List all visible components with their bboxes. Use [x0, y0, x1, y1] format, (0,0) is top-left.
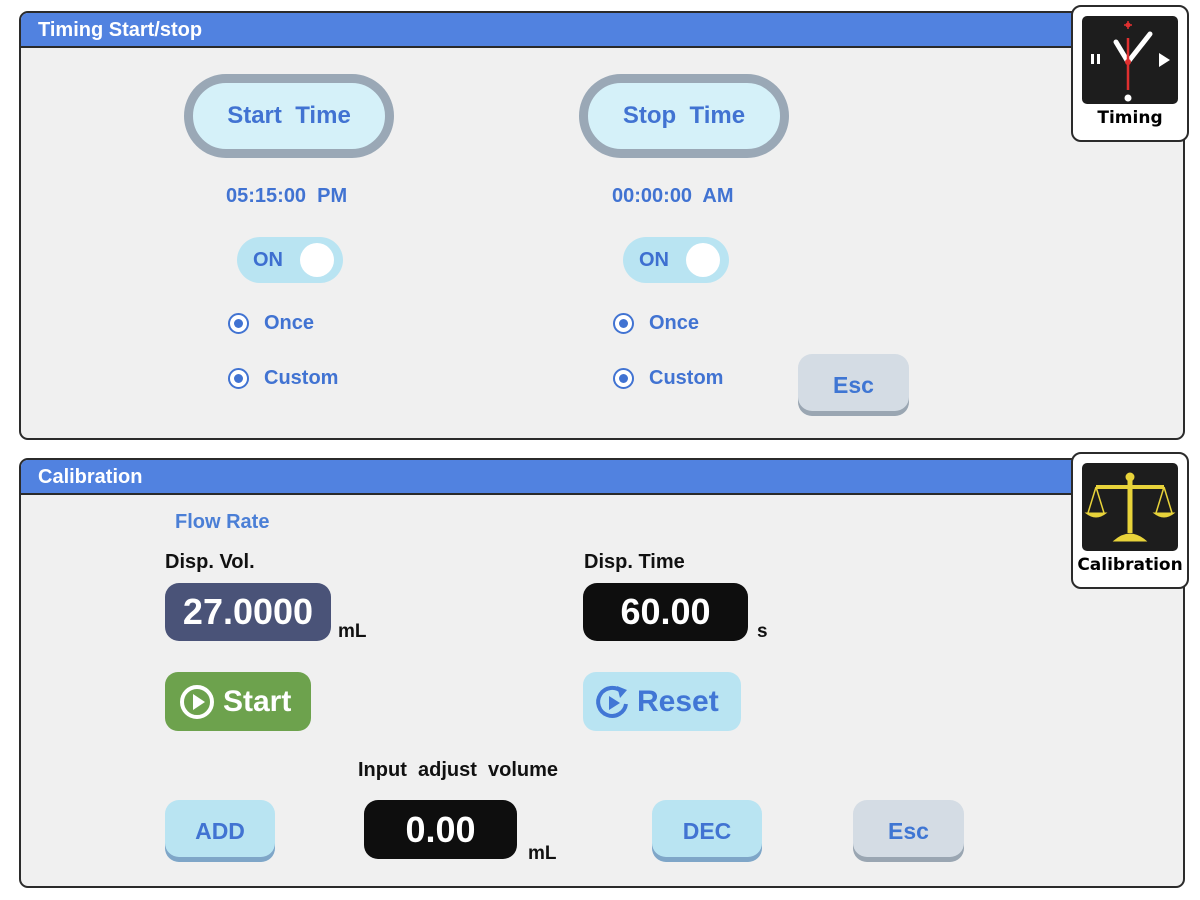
start-once-label: Once: [264, 312, 315, 334]
adjust-volume-input[interactable]: 0.00: [364, 800, 517, 859]
reset-button-label: Reset: [637, 684, 719, 718]
stop-once-label: Once: [649, 312, 700, 334]
scale-icon: [1082, 463, 1178, 551]
timing-card[interactable]: Timing: [1071, 5, 1189, 142]
add-button[interactable]: ADD: [165, 800, 275, 862]
radio-icon: [613, 368, 634, 389]
start-time-button-label: Start Time: [227, 102, 351, 129]
disp-vol-label: Disp. Vol.: [165, 551, 255, 573]
toggle-knob: [686, 243, 720, 277]
clock-icon: [1082, 16, 1178, 104]
disp-time-unit: s: [757, 621, 768, 642]
start-time-value: 05:15:00 PM: [226, 185, 348, 207]
radio-icon: [228, 368, 249, 389]
start-custom-radio[interactable]: Custom: [228, 367, 338, 390]
calibration-panel-title: Calibration: [21, 460, 1183, 495]
calibration-esc-label: Esc: [888, 817, 929, 844]
calibration-card[interactable]: Calibration: [1071, 452, 1189, 589]
toggle-knob: [300, 243, 334, 277]
reset-button[interactable]: Reset: [583, 672, 741, 731]
start-button[interactable]: Start: [165, 672, 311, 731]
calibration-card-caption: Calibration: [1077, 555, 1183, 575]
start-time-toggle[interactable]: ON: [237, 237, 343, 283]
start-custom-label: Custom: [264, 367, 339, 389]
start-time-button[interactable]: Start Time: [184, 74, 394, 158]
start-button-label: Start: [223, 684, 292, 718]
timing-esc-button[interactable]: Esc: [798, 354, 909, 416]
stop-time-value: 00:00:00 AM: [612, 185, 734, 207]
disp-time-label: Disp. Time: [584, 551, 685, 573]
calibration-esc-button[interactable]: Esc: [853, 800, 964, 862]
timing-panel-title: Timing Start/stop: [21, 13, 1183, 48]
adjust-volume-value: 0.00: [405, 808, 476, 850]
disp-time-input[interactable]: 60.00: [583, 583, 748, 641]
radio-icon: [228, 313, 249, 334]
stop-once-radio[interactable]: Once: [613, 312, 699, 335]
flow-rate-label: Flow Rate: [175, 511, 270, 533]
timing-esc-label: Esc: [833, 371, 874, 398]
add-button-label: ADD: [195, 817, 245, 844]
adjust-volume-unit: mL: [528, 843, 557, 864]
radio-icon: [613, 313, 634, 334]
stop-custom-label: Custom: [649, 367, 724, 389]
reset-icon: [596, 685, 628, 718]
start-toggle-label: ON: [253, 249, 283, 271]
disp-time-value: 60.00: [620, 591, 711, 632]
stop-toggle-label: ON: [639, 249, 669, 271]
stop-custom-radio[interactable]: Custom: [613, 367, 723, 390]
dec-button[interactable]: DEC: [652, 800, 762, 862]
disp-vol-unit: mL: [338, 621, 367, 642]
start-once-radio[interactable]: Once: [228, 312, 314, 335]
adjust-volume-label: Input adjust volume: [358, 759, 559, 781]
play-circle-icon: [180, 684, 214, 719]
timing-panel: Timing Start/stop: [19, 11, 1185, 440]
dec-button-label: DEC: [682, 817, 732, 844]
stop-time-toggle[interactable]: ON: [623, 237, 729, 283]
stop-time-button[interactable]: Stop Time: [579, 74, 789, 158]
disp-vol-input[interactable]: 27.0000: [165, 583, 331, 641]
stop-time-button-label: Stop Time: [622, 102, 746, 129]
disp-vol-value: 27.0000: [182, 591, 314, 632]
timing-card-caption: Timing: [1097, 108, 1163, 128]
